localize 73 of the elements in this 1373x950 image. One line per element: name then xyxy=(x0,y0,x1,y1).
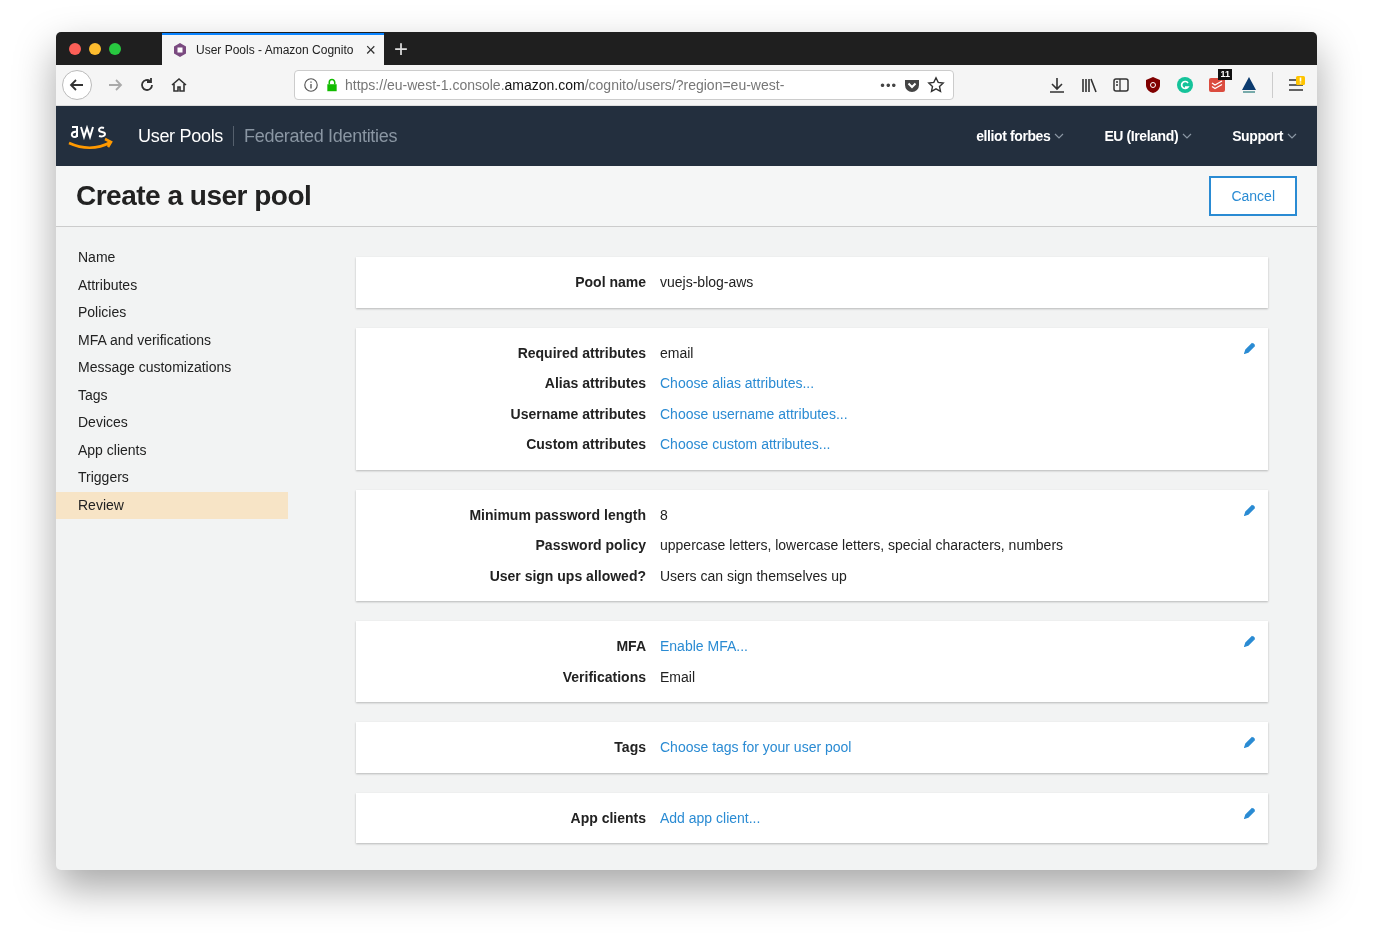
stacked-layers-icon[interactable] xyxy=(1208,76,1226,94)
field-label: Required attributes xyxy=(516,344,646,361)
sidebar-item[interactable]: Policies xyxy=(56,299,288,327)
home-icon[interactable] xyxy=(170,76,188,94)
sidebar-item[interactable]: Devices xyxy=(56,409,288,437)
chevron-down-icon[interactable] xyxy=(1054,133,1065,139)
page-actions-button[interactable]: ••• xyxy=(880,77,897,93)
info-icon[interactable] xyxy=(303,77,319,93)
shield-icon[interactable] xyxy=(1144,76,1162,94)
field-label: User sign ups allowed? xyxy=(488,567,646,584)
field-label: Verifications xyxy=(561,668,646,685)
field-value: email xyxy=(660,344,694,361)
field-value: vuejs-blog-aws xyxy=(660,274,754,291)
field-label: Password policy xyxy=(534,537,646,554)
field-value: uppercase letters, lowercase letters, special characters, numbers xyxy=(660,537,1064,554)
pencil-icon[interactable] xyxy=(1244,503,1256,516)
link[interactable]: Add app client... xyxy=(660,809,761,826)
chevron-down-icon[interactable] xyxy=(1182,133,1193,139)
star-icon[interactable] xyxy=(927,76,945,94)
field-label: Username attributes xyxy=(509,405,646,422)
chevron-down-icon[interactable] xyxy=(1287,133,1297,139)
library-icon[interactable] xyxy=(1080,76,1098,94)
lock-icon[interactable] xyxy=(325,77,339,93)
pencil-icon[interactable] xyxy=(1244,806,1256,819)
close-window-button[interactable] xyxy=(69,43,81,55)
sidebar-item[interactable]: MFA and verifications xyxy=(56,326,288,354)
menu-icon[interactable] xyxy=(1287,76,1305,94)
new-tab-button[interactable]: + xyxy=(394,35,408,63)
sidebar-item[interactable]: App clients xyxy=(56,436,288,464)
field-label: Custom attributes xyxy=(525,436,646,453)
minimize-window-button[interactable] xyxy=(89,43,101,55)
sidebar-item[interactable]: Name xyxy=(56,244,288,272)
nav-link[interactable]: User Pools xyxy=(128,125,234,147)
download-icon[interactable] xyxy=(1048,76,1066,94)
zoom-window-button[interactable] xyxy=(109,43,121,55)
cancel-button[interactable]: Cancel xyxy=(1209,176,1297,216)
field-value: Users can sign themselves up xyxy=(660,567,847,584)
cube-icon[interactable] xyxy=(172,42,188,58)
browser-tab[interactable]: User Pools - Amazon Cognito × xyxy=(162,33,384,65)
link[interactable]: Choose tags for your user pool xyxy=(660,739,852,756)
field-label: Tags xyxy=(613,739,646,756)
link[interactable]: Choose custom attributes... xyxy=(660,436,831,453)
triangle-icon[interactable] xyxy=(1240,76,1258,94)
field-label: Alias attributes xyxy=(543,375,646,392)
link[interactable]: Choose alias attributes... xyxy=(660,375,815,392)
dropdown-menu[interactable]: EU (Ireland) xyxy=(1104,128,1179,144)
nav-link[interactable]: Federated Identities xyxy=(234,125,408,147)
field-value: 8 xyxy=(660,506,668,523)
dropdown-menu[interactable]: Support xyxy=(1232,128,1283,144)
field-label: Minimum password length xyxy=(468,506,646,523)
back-button[interactable] xyxy=(62,70,92,100)
sidebar-item[interactable]: Message customizations xyxy=(56,354,288,382)
pencil-icon[interactable] xyxy=(1244,736,1256,748)
tab-title: User Pools - Amazon Cognito xyxy=(196,43,355,57)
sidebar-icon[interactable] xyxy=(1112,76,1130,94)
link[interactable]: Choose username attributes... xyxy=(660,405,848,422)
field-label: MFA xyxy=(615,638,646,655)
sidebar-item[interactable]: Attributes xyxy=(56,271,288,299)
pencil-icon[interactable] xyxy=(1244,341,1256,354)
page-title: Create a user pool xyxy=(76,180,312,212)
field-value: Email xyxy=(660,668,695,685)
pencil-icon[interactable] xyxy=(1244,635,1256,647)
link[interactable]: Enable MFA... xyxy=(660,638,748,655)
sidebar-item[interactable]: Tags xyxy=(56,381,288,409)
close-tab-button[interactable]: × xyxy=(365,39,376,61)
field-label: App clients xyxy=(569,809,646,826)
field-label: Pool name xyxy=(574,274,646,291)
dropdown-menu[interactable]: elliot forbes xyxy=(976,128,1051,144)
sidebar-item[interactable]: Review xyxy=(56,491,288,519)
notification-count: 11 xyxy=(1218,69,1232,80)
reload-icon[interactable] xyxy=(138,76,156,94)
sidebar-item[interactable]: Triggers xyxy=(56,464,288,492)
address-bar[interactable]: https://eu-west-1.console.amazon.com/cognito/users/?region=eu-west- ••• xyxy=(294,70,954,100)
